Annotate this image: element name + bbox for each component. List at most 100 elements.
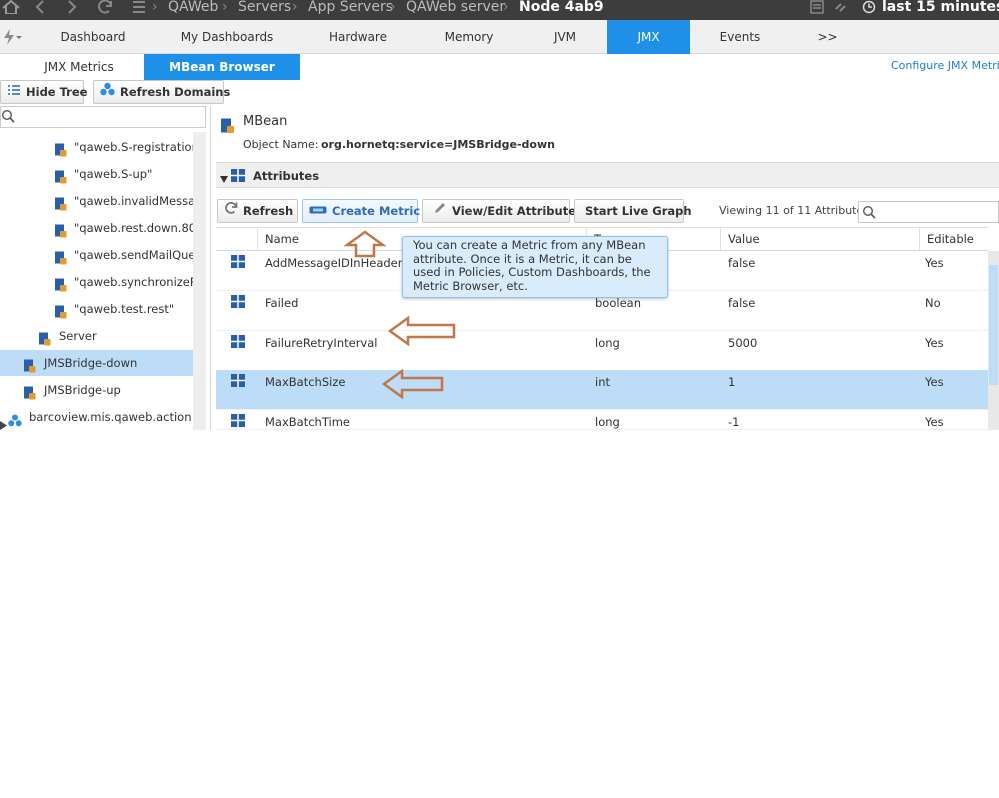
tree-search-input[interactable] (0, 106, 206, 128)
attribute-name: MaxBatchSize (265, 375, 346, 389)
table-row[interactable]: MaxBatchTime long -1 Yes (216, 410, 988, 430)
tree-item[interactable]: "qaweb.sendMailQueue (0, 242, 206, 268)
table-row-selected[interactable]: MaxBatchSize int 1 Yes (216, 370, 988, 410)
refresh-button[interactable]: Refresh (217, 199, 298, 223)
domains-icon (100, 81, 115, 103)
home-icon[interactable] (2, 0, 20, 20)
view-edit-label: View/Edit Attribute (452, 204, 577, 218)
breadcrumb-app-servers[interactable]: App Servers (308, 0, 393, 20)
tree-item-label: barcoview.mis.qaweb.action (29, 410, 192, 424)
forward-icon[interactable] (66, 0, 78, 20)
tab-jvm[interactable]: JVM (524, 20, 606, 54)
start-live-graph-button[interactable]: Start Live Graph (574, 199, 692, 223)
attribute-icon (231, 295, 245, 311)
attribute-name: MaxBatchTime (265, 415, 350, 429)
breadcrumb-node: Node 4ab9 (519, 0, 604, 15)
refresh-icon (224, 200, 238, 222)
tooltip-line: attribute. Once it is a Metric, it can b… (413, 251, 632, 266)
tab-hardware[interactable]: Hardware (303, 20, 413, 54)
hide-tree-label: Hide Tree (26, 85, 88, 99)
breadcrumb-qaweb[interactable]: QAWeb (168, 0, 218, 20)
tree-item-label: "qaweb.sendMailQueue (74, 248, 206, 262)
tree-item[interactable]: barcoview.mis.qaweb.action (0, 404, 193, 430)
left-arrow-annotation (388, 316, 456, 346)
menu-icon[interactable] (132, 0, 146, 20)
tree-item[interactable]: "qaweb.synchronizePol (0, 269, 206, 295)
object-name-label: Object Name: (243, 138, 319, 151)
tree-item-label: "qaweb.test.rest" (74, 302, 175, 316)
scrollbar-thumb[interactable] (989, 265, 998, 385)
tree-item[interactable]: "qaweb.rest.down.8078 (0, 215, 206, 241)
tab-my-dashboards[interactable]: My Dashboards (172, 20, 282, 54)
subtab-mbean-browser[interactable]: MBean Browser (144, 54, 300, 80)
attribute-search-input[interactable] (858, 201, 999, 223)
view-edit-attribute-button[interactable]: View/Edit Attribute (422, 199, 576, 223)
tooltip-line: used in Policies, Custom Dashboards, the (413, 265, 651, 279)
breadcrumb-servers[interactable]: Servers (238, 0, 291, 20)
attribute-icon (231, 374, 245, 390)
time-range-selector[interactable]: last 15 minutes (882, 0, 999, 20)
domain-icon (8, 410, 22, 430)
tab-dashboard[interactable]: Dashboard (38, 20, 148, 54)
tree-item-selected[interactable]: JMSBridge-down (0, 350, 193, 376)
expand-arrow-icon[interactable] (0, 413, 7, 430)
hide-tree-button[interactable]: Hide Tree (0, 80, 88, 104)
tree-item-label: JMSBridge-down (44, 356, 138, 370)
attribute-editable: Yes (925, 415, 944, 429)
attribute-editable: No (925, 296, 941, 310)
tree-item[interactable]: JMSBridge-up (0, 377, 193, 403)
breadcrumb-server[interactable]: QAWeb server (406, 0, 505, 20)
tree-item[interactable]: "qaweb.invalidMessage (0, 188, 206, 214)
list-icon[interactable] (810, 0, 824, 20)
tree-item-label: "qaweb.S-registration" (74, 140, 205, 154)
tree-item[interactable]: "qaweb.S-up" (0, 161, 193, 187)
attribute-type: boolean (595, 296, 641, 310)
clock-icon[interactable] (862, 0, 876, 20)
breadcrumb-sep-icon: › (503, 0, 509, 15)
create-metric-tooltip: You can create a Metric from any MBean a… (402, 236, 668, 298)
tab-events[interactable]: Events (690, 20, 790, 54)
create-metric-button[interactable]: Create Metric (302, 199, 420, 223)
tab-jmx[interactable]: JMX (607, 20, 690, 54)
attribute-type: long (595, 415, 620, 429)
reload-icon[interactable] (96, 0, 114, 20)
breadcrumb-bar: › QAWeb › Servers › App Servers › QAWeb … (0, 0, 999, 20)
refresh-domains-button[interactable]: Refresh Domains (93, 80, 230, 104)
tab-memory[interactable]: Memory (414, 20, 524, 54)
attributes-label: Attributes (253, 169, 320, 183)
attribute-value: false (728, 256, 756, 270)
subtab-jmx-metrics[interactable]: JMX Metrics (14, 54, 144, 80)
left-arrow-annotation (382, 369, 444, 399)
attribute-icon (231, 414, 245, 429)
tree-item-label: "qaweb.synchronizePol (74, 275, 206, 289)
tree-item-label: "qaweb.rest.down.8078 (74, 221, 206, 235)
search-icon (862, 205, 876, 222)
tree-item[interactable]: "qaweb.test.rest" (0, 296, 193, 322)
metric-icon (309, 200, 327, 222)
tree-scrollbar[interactable] (193, 132, 206, 430)
breadcrumb-sep-icon: › (292, 0, 298, 15)
attribute-editable: Yes (925, 256, 944, 270)
attributes-section-header[interactable]: Attributes (216, 162, 999, 188)
collapse-arrow-icon[interactable] (220, 172, 228, 186)
tree-item[interactable]: "qaweb.S-registration" (0, 134, 204, 160)
lightning-dropdown-icon[interactable] (2, 28, 24, 49)
main-tab-bar: Dashboard My Dashboards Hardware Memory … (0, 20, 999, 54)
column-header-editable[interactable]: Editable (919, 228, 988, 251)
refresh-label: Refresh (243, 204, 294, 218)
table-row[interactable]: FailureRetryInterval long 5000 Yes (216, 331, 988, 371)
attribute-name: FailureRetryInterval (265, 336, 378, 350)
search-icon (1, 109, 15, 126)
attribute-editable: Yes (925, 336, 944, 350)
attribute-type: long (595, 336, 620, 350)
link-icon[interactable] (834, 0, 850, 20)
attribute-name: Failed (265, 296, 299, 310)
back-icon[interactable] (34, 0, 46, 20)
tree-item-label: "qaweb.invalidMessage (74, 194, 206, 208)
table-scrollbar[interactable] (988, 251, 999, 430)
configure-jmx-metric-link[interactable]: Configure JMX Metric (891, 59, 999, 72)
tab-more[interactable]: >> (800, 20, 855, 54)
column-header-value[interactable]: Value (720, 228, 919, 251)
tree-item[interactable]: Server (0, 323, 193, 349)
object-name-value: org.hornetq:service=JMSBridge-down (321, 138, 555, 151)
